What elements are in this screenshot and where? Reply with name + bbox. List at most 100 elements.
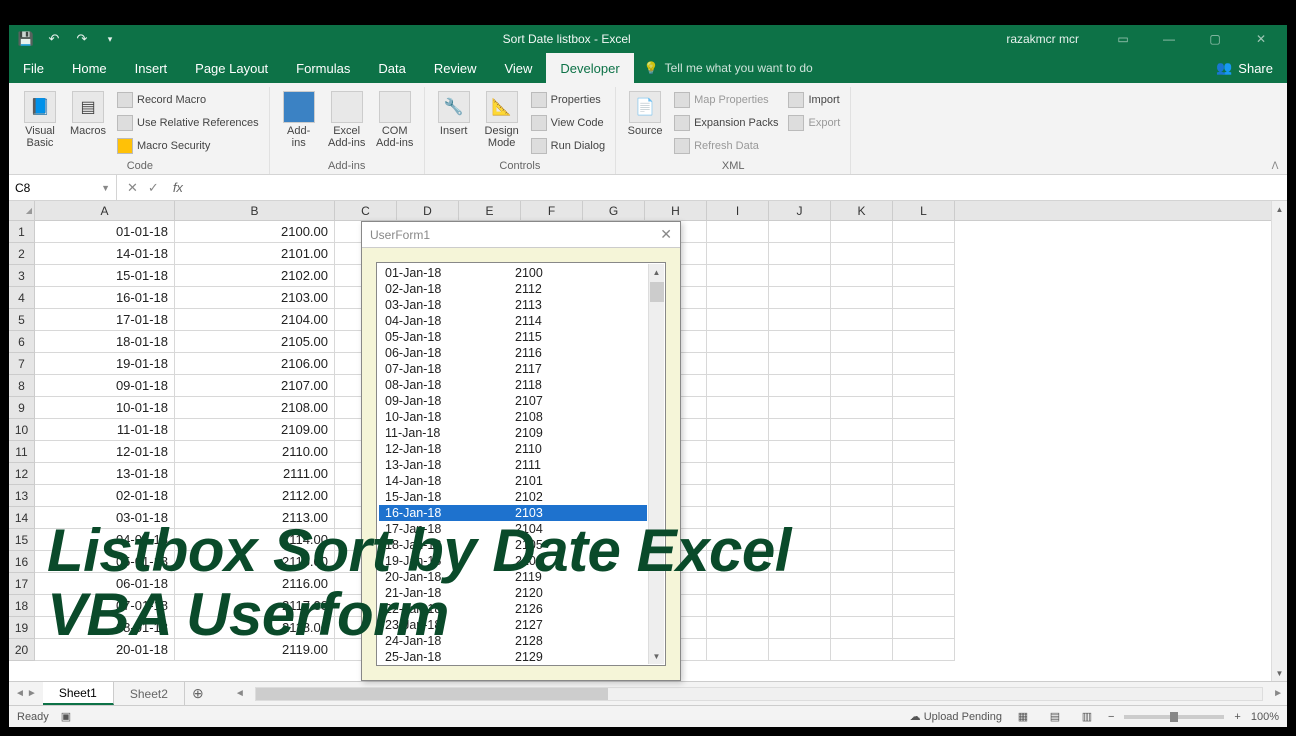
list-item[interactable]: 05-Jan-182115 [379, 329, 647, 345]
list-item[interactable]: 13-Jan-182111 [379, 457, 647, 473]
cell[interactable] [831, 441, 893, 463]
col-header-J[interactable]: J [769, 201, 831, 220]
row-header[interactable]: 9 [9, 397, 35, 419]
cell[interactable] [707, 529, 769, 551]
list-item[interactable]: 22-Jan-182126 [379, 601, 647, 617]
page-break-view-icon[interactable]: ▥ [1076, 708, 1098, 726]
cell[interactable]: 09-01-18 [35, 375, 175, 397]
insert-control-button[interactable]: 🔧Insert [431, 87, 477, 137]
list-item[interactable]: 02-Jan-182112 [379, 281, 647, 297]
row-header[interactable]: 13 [9, 485, 35, 507]
zoom-level[interactable]: 100% [1251, 711, 1279, 723]
cell[interactable]: 2104.00 [175, 309, 335, 331]
list-item[interactable]: 08-Jan-182118 [379, 377, 647, 393]
cell[interactable] [769, 243, 831, 265]
next-sheet-icon[interactable]: ► [27, 688, 37, 699]
userform-window[interactable]: UserForm1 ✕ 01-Jan-18210002-Jan-18211203… [361, 221, 681, 681]
upload-status[interactable]: ☁ Upload Pending [910, 710, 1002, 723]
col-header-E[interactable]: E [459, 201, 521, 220]
list-item[interactable]: 11-Jan-182109 [379, 425, 647, 441]
cell[interactable]: 03-01-18 [35, 507, 175, 529]
cell[interactable] [831, 463, 893, 485]
cell[interactable] [707, 617, 769, 639]
cell[interactable]: 2114.00 [175, 529, 335, 551]
view-code-button[interactable]: View Code [527, 112, 609, 134]
row-header[interactable]: 1 [9, 221, 35, 243]
list-item[interactable]: 17-Jan-182104 [379, 521, 647, 537]
cell[interactable]: 10-01-18 [35, 397, 175, 419]
zoom-in-icon[interactable]: + [1234, 711, 1240, 723]
list-item[interactable]: 24-Jan-182128 [379, 633, 647, 649]
name-box[interactable]: C8▼ [9, 175, 117, 200]
cell[interactable]: 2105.00 [175, 331, 335, 353]
cell[interactable] [831, 243, 893, 265]
cell[interactable] [707, 397, 769, 419]
tab-page-layout[interactable]: Page Layout [181, 53, 282, 83]
cell[interactable]: 12-01-18 [35, 441, 175, 463]
cell[interactable] [831, 309, 893, 331]
list-item[interactable]: 20-Jan-182119 [379, 569, 647, 585]
row-header[interactable]: 8 [9, 375, 35, 397]
col-header-B[interactable]: B [175, 201, 335, 220]
cell[interactable] [893, 551, 955, 573]
cell[interactable] [769, 353, 831, 375]
cell[interactable]: 2111.00 [175, 463, 335, 485]
row-header[interactable]: 18 [9, 595, 35, 617]
fx-icon[interactable]: fx [169, 180, 187, 196]
cell[interactable]: 2100.00 [175, 221, 335, 243]
save-icon[interactable]: 💾 [15, 28, 37, 50]
list-item[interactable]: 23-Jan-182127 [379, 617, 647, 633]
cell[interactable] [769, 639, 831, 661]
cell[interactable] [769, 551, 831, 573]
cell[interactable]: 2107.00 [175, 375, 335, 397]
horizontal-scrollbar[interactable] [255, 687, 1263, 701]
tab-view[interactable]: View [490, 53, 546, 83]
list-item[interactable]: 15-Jan-182102 [379, 489, 647, 505]
row-header[interactable]: 20 [9, 639, 35, 661]
list-item[interactable]: 10-Jan-182108 [379, 409, 647, 425]
cell[interactable] [707, 309, 769, 331]
cell[interactable] [893, 485, 955, 507]
collapse-ribbon-icon[interactable]: ᐱ [1265, 87, 1285, 174]
cell[interactable]: 08-01-18 [35, 617, 175, 639]
cell[interactable] [893, 507, 955, 529]
vertical-scrollbar[interactable]: ▲ ▼ [1271, 201, 1287, 681]
row-header[interactable]: 3 [9, 265, 35, 287]
cell[interactable]: 2103.00 [175, 287, 335, 309]
cell[interactable] [893, 221, 955, 243]
row-header[interactable]: 19 [9, 617, 35, 639]
tab-review[interactable]: Review [420, 53, 491, 83]
minimize-icon[interactable]: — [1147, 25, 1191, 53]
tab-data[interactable]: Data [364, 53, 419, 83]
row-header[interactable]: 12 [9, 463, 35, 485]
cell[interactable] [893, 397, 955, 419]
design-mode-button[interactable]: 📐Design Mode [479, 87, 525, 149]
enter-formula-icon[interactable]: ✓ [148, 180, 159, 196]
cell[interactable]: 2116.00 [175, 573, 335, 595]
cell[interactable] [831, 595, 893, 617]
cell[interactable] [707, 287, 769, 309]
maximize-icon[interactable]: ▢ [1193, 25, 1237, 53]
macro-security-button[interactable]: Macro Security [113, 135, 263, 157]
cell[interactable]: 01-01-18 [35, 221, 175, 243]
cell[interactable] [893, 419, 955, 441]
cell[interactable]: 05-01-18 [35, 551, 175, 573]
com-addins-button[interactable]: COM Add-ins [372, 87, 418, 149]
cell[interactable] [831, 287, 893, 309]
cell[interactable]: 2110.00 [175, 441, 335, 463]
cell[interactable] [707, 353, 769, 375]
cell[interactable] [831, 331, 893, 353]
cell[interactable] [707, 419, 769, 441]
cell[interactable] [831, 573, 893, 595]
cell[interactable] [707, 551, 769, 573]
row-header[interactable]: 15 [9, 529, 35, 551]
import-button[interactable]: Import [784, 89, 844, 111]
ribbon-options-icon[interactable]: ▭ [1101, 25, 1145, 53]
cell[interactable] [831, 485, 893, 507]
cell[interactable] [893, 529, 955, 551]
hscroll-right-icon[interactable]: ► [1269, 688, 1287, 699]
cell[interactable]: 07-01-18 [35, 595, 175, 617]
row-header[interactable]: 4 [9, 287, 35, 309]
add-sheet-button[interactable]: ⊕ [185, 685, 211, 702]
hscroll-left-icon[interactable]: ◄ [231, 688, 249, 699]
